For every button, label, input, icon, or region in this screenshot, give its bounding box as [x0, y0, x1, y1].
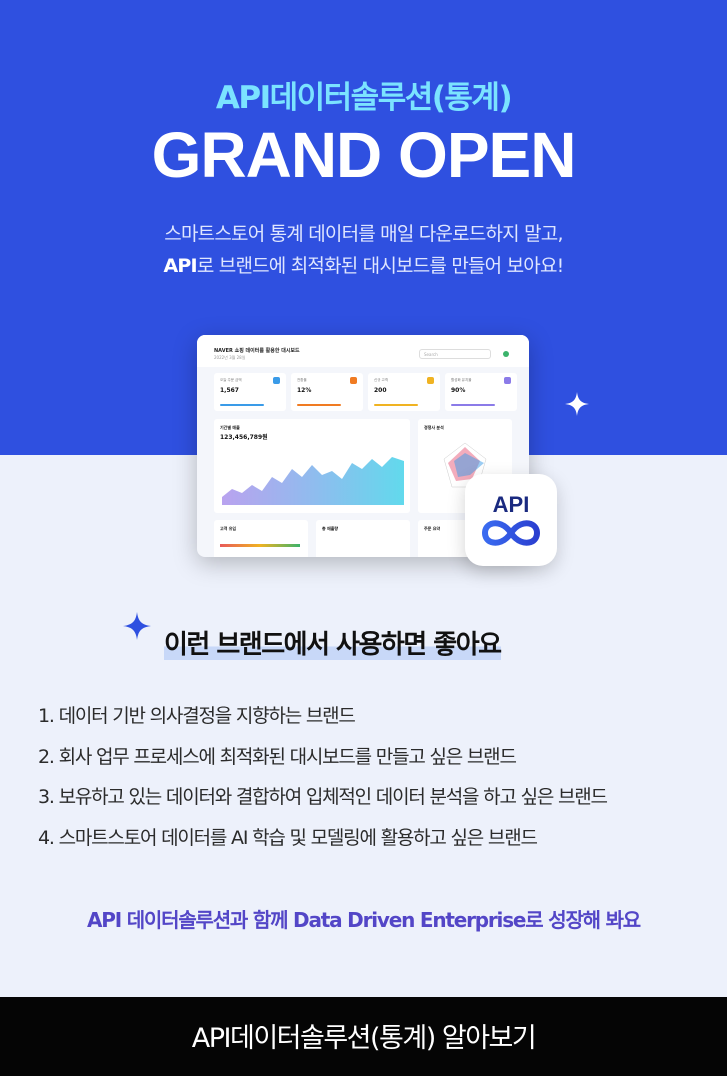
kpi-value: 1,567 [220, 387, 239, 394]
kpi-progress [451, 404, 495, 406]
kpi-label: 오늘 주문 금액 [220, 378, 242, 382]
kpi-label: 활성화 유지율 [451, 378, 472, 382]
revenue-area-chart [222, 457, 404, 505]
kpi-value: 90% [451, 387, 466, 394]
hero-headline: GRAND OPEN [151, 119, 577, 191]
sales-panel: 총 매출량 [316, 520, 410, 557]
infinity-icon [482, 520, 540, 546]
list-item: 1. 데이터 기반 의사결정을 지향하는 브랜드 [38, 705, 356, 727]
kpi-card: 활성화 유지율 90% [445, 373, 517, 411]
hero-desc-line-1: 스마트스토어 통계 데이터를 매일 다운로드하지 말고, [164, 223, 563, 245]
revenue-value: 123,456,789원 [220, 434, 268, 441]
kpi-progress [297, 404, 341, 406]
learn-more-label: API데이터솔루션(통계) 알아보기 [191, 1023, 537, 1054]
tagline: API 데이터솔루션과 함께 Data Driven Enterprise로 성… [86, 908, 641, 932]
learn-more-button[interactable]: API데이터솔루션(통계) 알아보기 [0, 997, 727, 1076]
kpi-progress [220, 404, 264, 406]
dashboard-title: NAVER 쇼핑 데이터를 활용한 대시보드 [214, 348, 300, 354]
kpi-icon [273, 377, 280, 384]
kpi-value: 12% [297, 387, 312, 394]
kpi-card: 신규 고객 200 [368, 373, 440, 411]
sales-label: 총 매출량 [322, 526, 339, 531]
dashboard-date: 2022년 3월 28일 [214, 355, 246, 360]
hero-desc-line-2: API로 브랜드에 최적화된 대시보드를 만들어 보아요! [0, 250, 727, 282]
hero-subtitle: API데이터솔루션(통계) [215, 80, 513, 116]
api-badge: API [465, 474, 557, 566]
list-item: 2. 회사 업무 프로세스에 최적화된 대시보드를 만들고 싶은 브랜드 [38, 745, 517, 768]
kpi-label: 신규 고객 [374, 378, 388, 382]
list-item: 4. 스마트스토어 데이터를 AI 학습 및 모델링에 활용하고 싶은 브랜드 [38, 826, 538, 849]
revenue-panel: 기간별 매출 123,456,789원 [214, 419, 410, 513]
order-label: 주문 요약 [424, 526, 441, 531]
competitor-label: 경쟁사 분석 [424, 425, 444, 430]
kpi-icon [504, 377, 511, 384]
section-title: 이런 브랜드에서 사용하면 좋아요 [164, 624, 502, 660]
sparkle-icon [565, 392, 589, 416]
hero-description: 스마트스토어 통계 데이터를 매일 다운로드하지 말고, API로 브랜드에 최… [0, 218, 727, 282]
kpi-icon [427, 377, 434, 384]
kpi-icon [350, 377, 357, 384]
kpi-card: 전환율 12% [291, 373, 363, 411]
list-item: 3. 보유하고 있는 데이터와 결합하여 입체적인 데이터 분석을 하고 싶은 … [38, 786, 608, 808]
api-badge-label: API [492, 492, 530, 517]
kpi-card: 오늘 주문 금액 1,567 [214, 373, 286, 411]
brand-list: 1. 데이터 기반 의사결정을 지향하는 브랜드 2. 회사 업무 프로세스에 … [38, 701, 708, 863]
dashboard-search: Search [419, 349, 491, 359]
inflow-bar [220, 544, 300, 547]
inflow-panel: 고객 유입 [214, 520, 308, 557]
hero-desc-api: API [163, 255, 198, 277]
kpi-label: 전환율 [297, 378, 307, 382]
revenue-label: 기간별 매출 [220, 425, 240, 430]
kpi-progress [374, 404, 418, 406]
inflow-label: 고객 유입 [220, 526, 237, 531]
kpi-value: 200 [374, 387, 387, 394]
sparkle-icon [123, 612, 151, 640]
status-dot-icon [503, 351, 509, 357]
hero-desc-rest: 로 브랜드에 최적화된 대시보드를 만들어 보아요! [196, 255, 564, 277]
dashboard-header: NAVER 쇼핑 데이터를 활용한 대시보드 2022년 3월 28일 Sear… [197, 335, 529, 367]
